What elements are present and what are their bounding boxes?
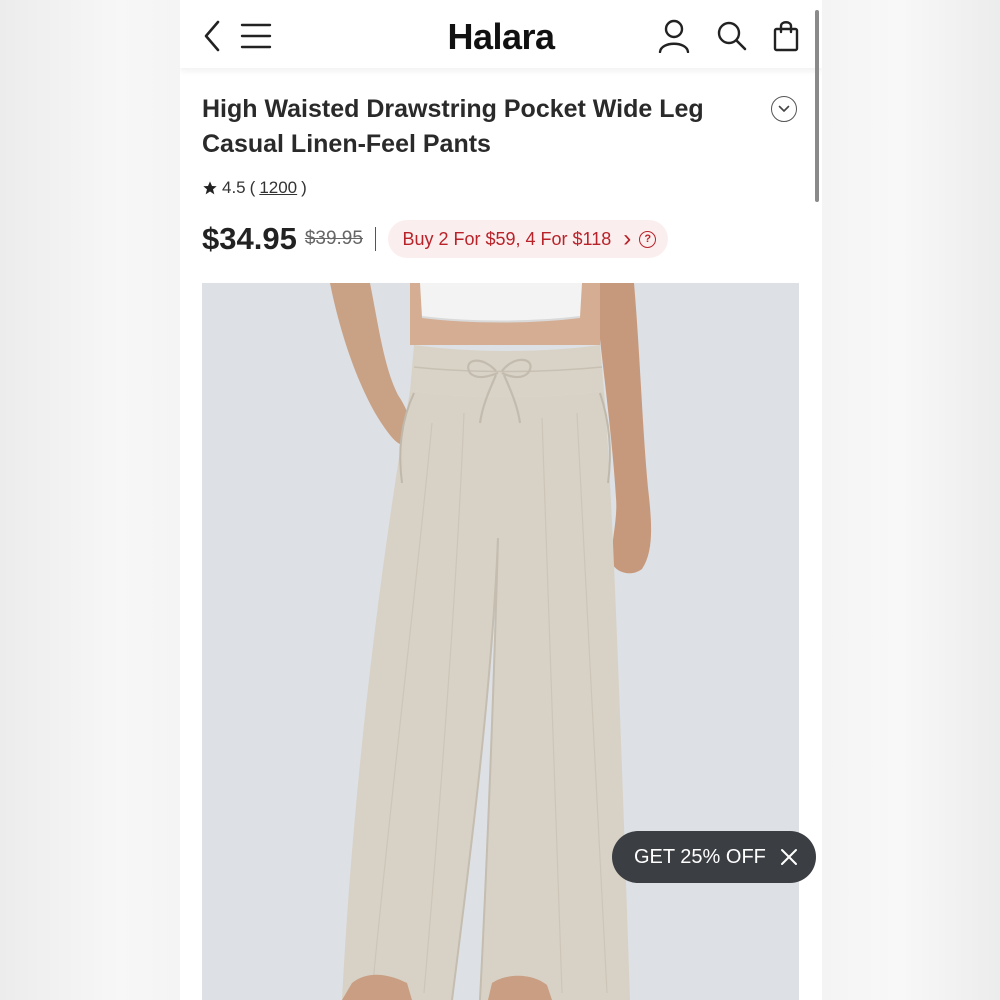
price-row: $34.95 $39.95 Buy 2 For $59, 4 For $118 … (202, 220, 669, 258)
coupon-label[interactable]: GET 25% OFF (634, 846, 766, 869)
coupon-close-button[interactable] (780, 848, 798, 866)
shopping-bag-icon (773, 21, 799, 52)
promo-text: Buy 2 For $59, 4 For $118 (402, 228, 612, 249)
page-scrollbar[interactable] (815, 10, 819, 202)
discount-coupon-pill[interactable]: GET 25% OFF (612, 831, 816, 883)
search-button[interactable] (714, 18, 750, 54)
sale-price: $34.95 (202, 221, 297, 256)
price-divider (374, 227, 377, 251)
user-icon (658, 19, 690, 53)
product-photo-illustration (202, 283, 799, 1000)
rating-open-paren: ( (249, 178, 256, 197)
chevron-right-icon: › (623, 225, 632, 252)
rating-score: 4.5 (222, 178, 246, 197)
star-icon (203, 181, 217, 195)
review-count-link[interactable]: 1200 (259, 178, 297, 198)
chevron-down-icon (778, 105, 790, 112)
cart-button[interactable] (768, 18, 804, 54)
bundle-promo-button[interactable]: Buy 2 For $59, 4 For $118 › ? (388, 220, 669, 258)
help-icon[interactable]: ? (639, 230, 657, 248)
rating-close-paren: ) (301, 178, 307, 197)
product-image[interactable] (202, 283, 799, 1000)
account-button[interactable] (656, 18, 692, 54)
expand-details-button[interactable] (771, 96, 797, 122)
original-price: $39.95 (304, 228, 363, 249)
top-nav-bar: Halara (180, 0, 822, 68)
product-rating: 4.5 ( 1200 ) (202, 178, 307, 198)
close-icon (780, 849, 797, 865)
product-title: High Waisted Drawstring Pocket Wide Leg … (202, 95, 704, 158)
search-icon (717, 21, 747, 51)
